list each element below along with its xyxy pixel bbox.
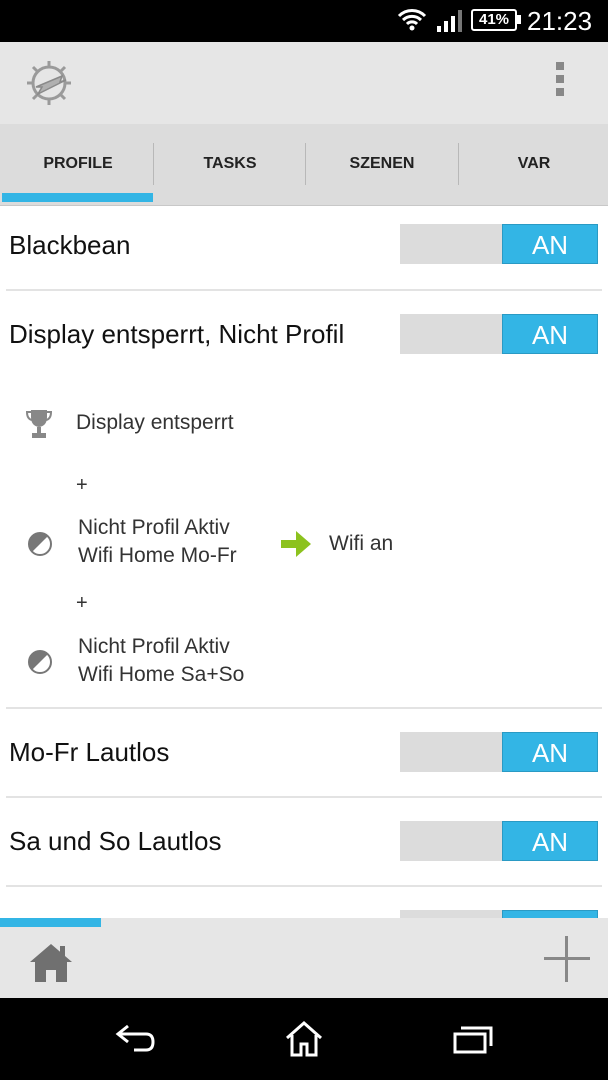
status-bar: 41% 21:23 (0, 0, 608, 42)
toggle-on-label: AN (502, 732, 598, 772)
toggle-on-label: AN (502, 821, 598, 861)
back-icon[interactable] (114, 1020, 156, 1056)
state-half-circle-icon (28, 650, 52, 674)
state-half-circle-icon (28, 532, 52, 556)
active-tab-indicator (2, 193, 153, 202)
state-label[interactable]: Display entsperrt (76, 409, 234, 437)
profile-name: Mo-Fr Lautlos (9, 737, 170, 767)
tab-szenen[interactable]: SZENEN (306, 124, 458, 206)
battery-level: 41% (478, 11, 510, 28)
trophy-icon (26, 410, 52, 438)
task-arrow-icon (281, 531, 311, 557)
plus-sign: + (76, 592, 88, 614)
battery-icon: 41% (471, 9, 517, 31)
state-label[interactable]: Nicht Profil Aktiv (78, 633, 230, 661)
app-bar (0, 42, 608, 124)
battery-tip (517, 15, 521, 24)
divider (6, 707, 602, 709)
plus-sign: + (76, 474, 88, 496)
divider (6, 885, 602, 887)
divider (6, 796, 602, 798)
tab-var[interactable]: VAR (458, 124, 608, 206)
profile-row[interactable]: Display entsperrt, Nicht Profil AN (0, 294, 608, 382)
profile-list: Blackbean AN Display entsperrt, Nicht Pr… (0, 206, 608, 918)
toggle-on-partial (502, 910, 598, 918)
profile-name: Display entsperrt, Nicht Profil (9, 319, 345, 349)
profile-row[interactable]: Sa und So Lautlos AN (0, 800, 608, 888)
tab-tasks[interactable]: TASKS (154, 124, 306, 206)
profile-row[interactable]: Blackbean AN (0, 206, 608, 294)
state-label[interactable]: Wifi Home Sa+So (78, 661, 244, 689)
home-icon[interactable] (28, 942, 74, 984)
overflow-menu-icon[interactable] (552, 62, 568, 106)
profile-name: Sa und So Lautlos (9, 826, 222, 856)
clock: 21:23 (527, 6, 593, 36)
profile-toggle[interactable]: AN (400, 732, 598, 772)
navigation-bar (0, 998, 608, 1080)
toggle-on-label: AN (502, 314, 598, 354)
profile-toggle[interactable]: AN (400, 314, 598, 354)
divider (6, 289, 602, 291)
recent-apps-icon[interactable] (452, 1020, 494, 1056)
toggle-on-label: AN (502, 224, 598, 264)
add-icon[interactable] (544, 936, 590, 982)
profile-toggle-partial[interactable] (400, 910, 598, 918)
profile-row[interactable]: Mo-Fr Lautlos AN (0, 711, 608, 799)
task-label[interactable]: Wifi an (329, 530, 393, 558)
tasker-logo-icon[interactable] (22, 56, 76, 110)
state-label[interactable]: Wifi Home Mo-Fr (78, 542, 237, 570)
signal-icon (437, 10, 462, 32)
profile-toggle[interactable]: AN (400, 224, 598, 264)
state-label[interactable]: Nicht Profil Aktiv (78, 514, 230, 542)
bottom-progress-indicator (0, 918, 101, 927)
tab-bar: PROFILE TASKS SZENEN VAR (0, 124, 608, 206)
profile-name: Blackbean (9, 230, 131, 260)
wifi-icon (397, 9, 427, 31)
profile-toggle[interactable]: AN (400, 821, 598, 861)
home-nav-icon[interactable] (284, 1020, 324, 1058)
bottom-bar (0, 918, 608, 998)
